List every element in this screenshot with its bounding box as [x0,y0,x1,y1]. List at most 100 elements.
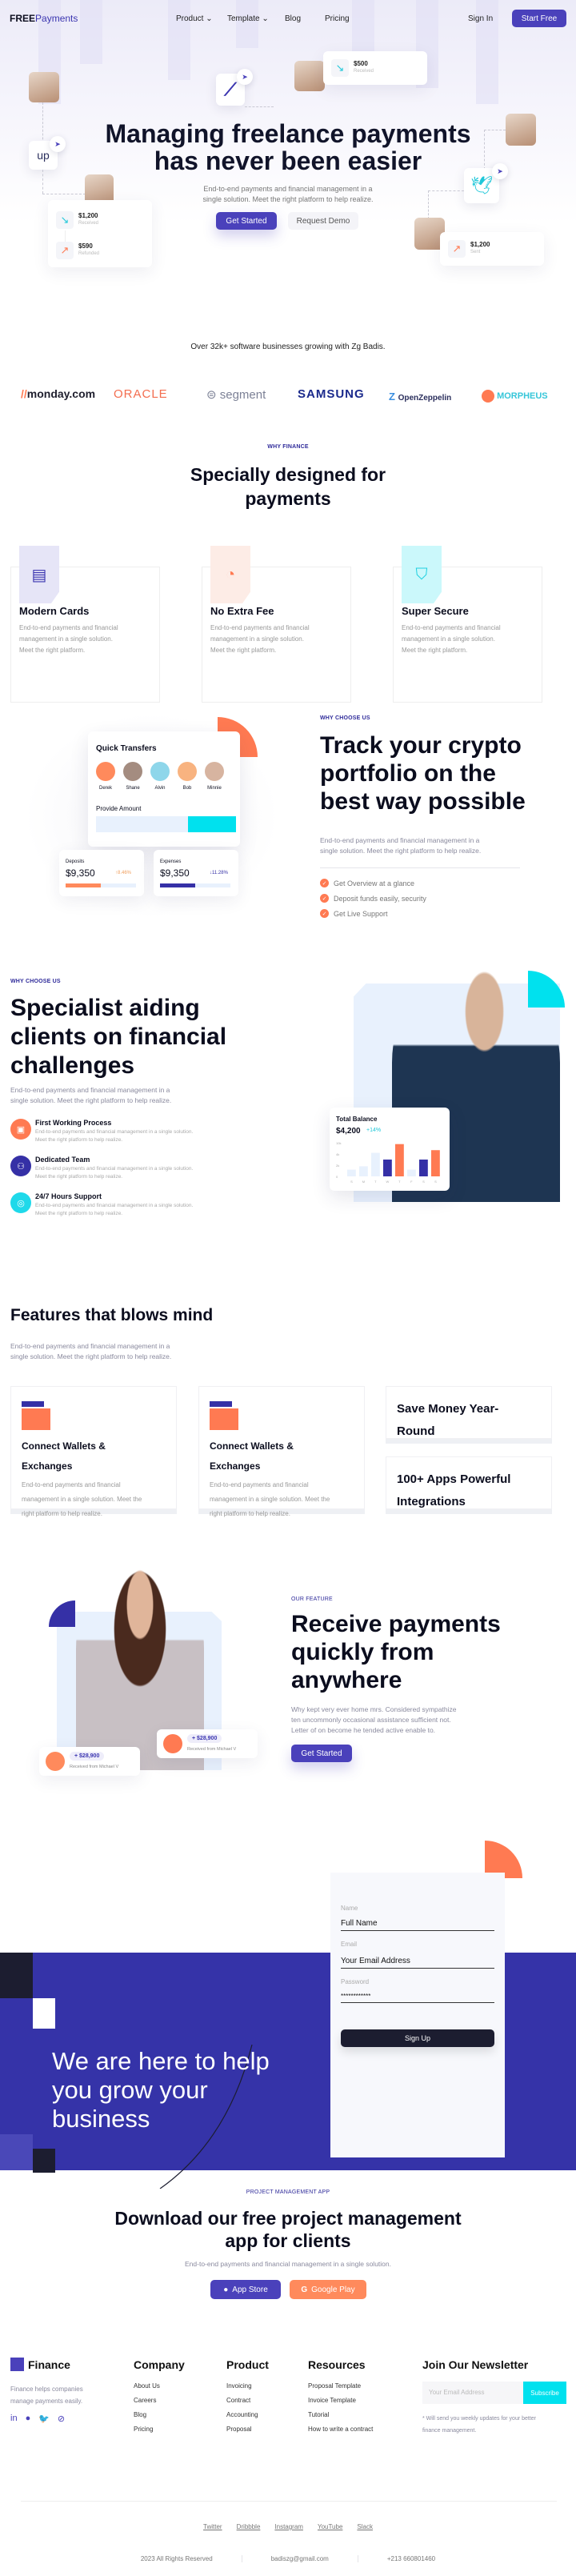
specialist-desc: End-to-end payments and financial manage… [10,1085,171,1106]
start-free-button[interactable]: Start Free [512,10,566,27]
feature-desc: End-to-end payments and financial managem… [19,623,118,656]
social-link-dribbble[interactable]: Dribbble [237,2523,261,2530]
features-desc: End-to-end payments and financial manage… [10,1341,171,1362]
person-minnie[interactable]: Minnie [205,762,224,791]
footer-link[interactable]: About Us [134,2382,185,2390]
chevron-down-icon: ⌄ [206,14,213,23]
contact-email[interactable]: badiszg@gmail.com [241,2555,329,2562]
person-derek[interactable]: Derek [96,762,115,791]
footer-link[interactable]: Blog [134,2411,185,2418]
linkedin-icon[interactable]: in [10,2414,18,2424]
desc-line: End-to-end payments and financial [22,1481,121,1488]
checklist-text: Deposit funds easily, security [334,894,426,903]
get-started-button[interactable]: Get Started [216,212,277,230]
txn-label: Sent [470,250,481,254]
receive-eyebrow: OUR FEATURE [291,1596,333,1602]
desc-line: End-to-end payments and financial [19,624,118,631]
nav-template[interactable]: Template ⌄ [227,14,269,23]
chip-icon: ▣ [10,1119,31,1140]
social-link-slack[interactable]: Slack [357,2523,373,2530]
decor-quarter-circle [49,1600,75,1627]
sign-up-button[interactable]: Sign Up [341,2029,494,2047]
email-input[interactable]: Your Email Address [341,1957,494,1969]
avatar [178,762,197,781]
payment-notification: + $28,900 Received from Michael V [39,1747,140,1776]
name-input[interactable]: Full Name [341,1919,494,1931]
title-line: Exchanges [22,1460,73,1472]
nav-product[interactable]: Product ⌄ [176,14,213,23]
footer-link[interactable]: How to write a contract [308,2426,373,2433]
subscribe-button[interactable]: Subscribe [523,2382,566,2404]
chat-icon[interactable]: ● [26,2414,31,2424]
site-logo[interactable]: FREEPayments [10,13,78,24]
twitter-icon[interactable]: 🐦 [38,2414,50,2424]
wallet-icon [210,1408,238,1430]
logo-bold-text: FREE [10,13,36,24]
person-alvin[interactable]: Alvin [150,762,170,791]
footer-link[interactable]: Pricing [134,2426,185,2433]
app-store-button[interactable]: ● App Store [210,2280,281,2299]
x-tick-label: F [410,1180,413,1184]
deposits-label: Deposits [66,859,85,864]
check-icon: ✓ [320,894,329,903]
desc-line: management in a single solution. Meet th… [210,1496,330,1503]
footer-logo-icon [10,2358,24,2371]
checklist-item: ✓ Deposit funds easily, security [320,894,426,903]
social-link-instagram[interactable]: Instagram [274,2523,303,2530]
newsletter-email-input[interactable]: Your Email Address [422,2382,523,2404]
footer-link[interactable]: Invoice Template [308,2397,373,2404]
social-link-twitter[interactable]: Twitter [203,2523,222,2530]
provide-amount-label: Provide Amount [96,805,142,812]
person-shane[interactable]: Shane [123,762,142,791]
apple-icon: ● [223,2285,229,2294]
deposits-progress-fill [66,883,101,887]
footer-link[interactable]: Careers [134,2397,185,2404]
txn-amount: $1,200 [470,241,490,248]
footer-column-product: Product Invoicing Contract Accounting Pr… [226,2358,269,2433]
send-amount-button[interactable] [188,816,236,832]
wallet-icon-bar [210,1401,232,1407]
person-bob[interactable]: Bob [178,762,197,791]
crypto-checklist: ✓ Get Overview at a glance ✓ Deposit funds… [320,879,426,918]
social-links: Twitter Dribbble Instagram YouTube Slack [0,2523,576,2530]
sign-in-link[interactable]: Sign In [468,14,493,23]
google-play-button[interactable]: G Google Play [290,2280,366,2299]
footer-link[interactable]: Proposal [226,2426,269,2433]
desc-line: End-to-end payments and financial [210,1481,309,1488]
contact-phone[interactable]: +213 660801460 [357,2555,435,2562]
why-finance-title: Specially designed for payments [0,463,576,511]
footer-brand: Finance [28,2358,70,2371]
footer-link[interactable]: Proposal Template [308,2382,373,2390]
footer-link[interactable]: Accounting [226,2411,269,2418]
footer-link[interactable]: Contract [226,2397,269,2404]
y-tick-label: 10k [336,1141,341,1145]
social-link-youtube[interactable]: YouTube [318,2523,342,2530]
desc-line: Letter of on become he tended active ena… [291,1726,436,1734]
title-line: payments [245,488,331,509]
expenses-progress-track [160,883,230,887]
link-icon[interactable]: ⊘ [58,2414,65,2424]
avatar [46,1752,65,1771]
desc-line: End-to-end payments and financial manage… [35,1129,194,1135]
balance-bar-chart: 0 2k 4k 10k S M T W T F S S [336,1141,440,1184]
notification-label: Received from Michael V [187,1747,237,1752]
footer-link[interactable]: Invoicing [226,2382,269,2390]
receive-get-started-button[interactable]: Get Started [291,1745,352,1762]
item-desc: End-to-end payments and financial manage… [35,1165,193,1181]
amount-input[interactable] [96,816,188,832]
card-title: Connect Wallets & Exchanges [210,1436,294,1476]
coin-chart-icon: ◔ [210,546,250,603]
feature-card-save-money: Save Money Year- Round [386,1386,552,1439]
y-tick-label: 2k [336,1164,339,1168]
nav-pricing[interactable]: Pricing [325,14,350,23]
footer-link[interactable]: Tutorial [308,2411,373,2418]
desc-line: right platform to help realize. [210,1510,290,1517]
password-input[interactable]: ************ [341,1993,494,2003]
request-demo-button[interactable]: Request Demo [288,212,358,230]
card-title: Save Money Year- Round [397,1398,498,1443]
bg-stripe [168,0,190,80]
title-line: Exchanges [210,1460,261,1472]
nav-blog[interactable]: Blog [285,14,301,23]
specialist-eyebrow: WHY CHOOSE US [10,979,61,984]
people-row: Derek Shane Alvin Bob Minnie [96,762,224,791]
